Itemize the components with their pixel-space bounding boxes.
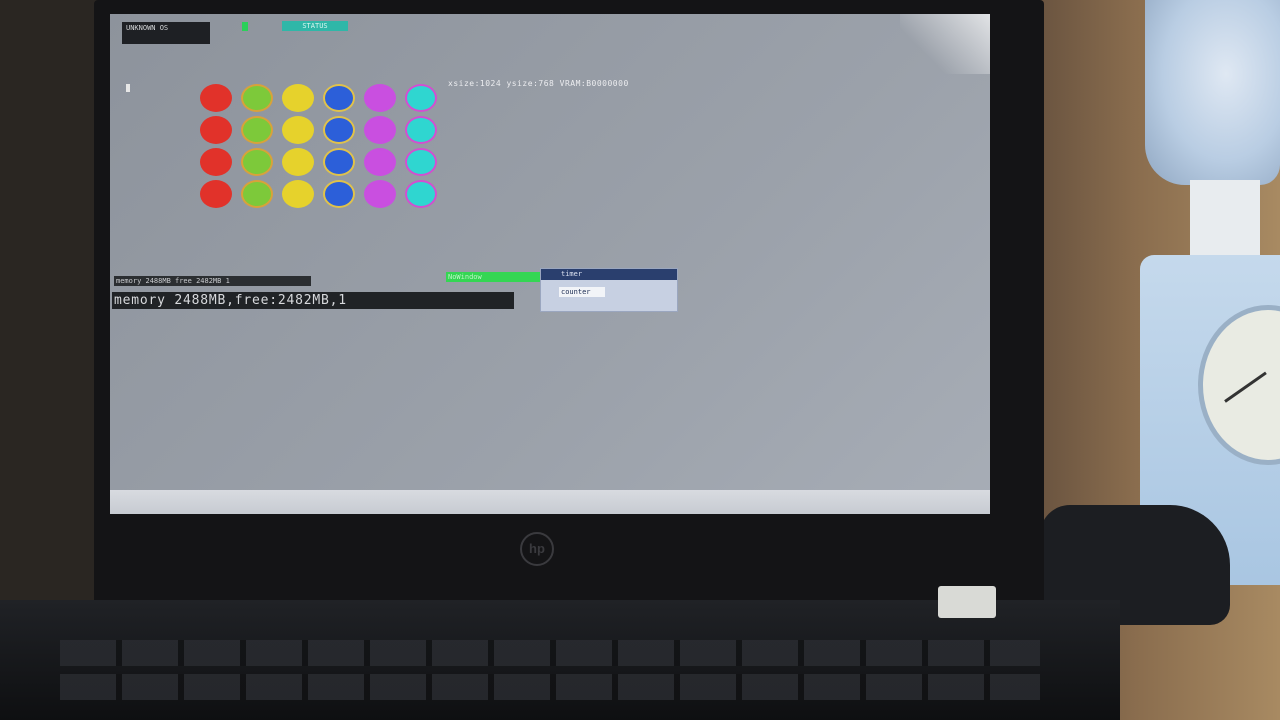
hp-logo: hp (520, 532, 554, 566)
color-dot-green (241, 116, 273, 144)
lamp-stand (1190, 180, 1260, 260)
color-dot-magenta (364, 148, 396, 176)
color-dot-red (200, 84, 232, 112)
color-dot-red (200, 116, 232, 144)
key-row (60, 640, 1040, 666)
color-dot-magenta (364, 180, 396, 208)
os-logo: UNKNOWN OS (122, 22, 210, 44)
timer-window[interactable]: timer counter (540, 268, 678, 312)
desk-lamp (1145, 0, 1280, 185)
color-dot-blue (323, 180, 355, 208)
color-dot-green (241, 148, 273, 176)
color-dot-yellow (282, 84, 314, 112)
color-dot-blue (323, 84, 355, 112)
power-indicator (938, 586, 996, 618)
color-dot-red (200, 148, 232, 176)
top-status-bar: STATUS (282, 21, 348, 31)
window-title-bar[interactable]: timer (541, 269, 677, 280)
mouse-cursor[interactable] (126, 84, 130, 92)
color-dot-cyan (405, 148, 437, 176)
color-dot-cyan (405, 180, 437, 208)
color-dot-cyan (405, 84, 437, 112)
color-dot-grid (200, 84, 460, 214)
color-dot-green (241, 84, 273, 112)
color-dot-red (200, 180, 232, 208)
screen-glare (900, 14, 990, 74)
key-row (60, 674, 1040, 700)
window-text-field[interactable]: counter (559, 287, 605, 297)
laptop-keyboard (0, 600, 1120, 720)
active-window-bar[interactable]: NoWindow (446, 272, 542, 282)
color-dot-yellow (282, 148, 314, 176)
color-dot-yellow (282, 180, 314, 208)
memory-status-small: memory 2488MB free 2482MB 1 (114, 276, 311, 286)
color-dot-green (241, 180, 273, 208)
color-dot-blue (323, 148, 355, 176)
color-dot-blue (323, 116, 355, 144)
color-dot-magenta (364, 116, 396, 144)
status-indicator (242, 22, 248, 31)
screen-info-text: xsize:1024 ysize:768 VRAM:B0000000 (448, 79, 629, 88)
memory-status-line: memory 2488MB,free:2482MB,1 (112, 292, 514, 309)
taskbar[interactable] (110, 490, 990, 514)
color-dot-cyan (405, 116, 437, 144)
color-dot-magenta (364, 84, 396, 112)
laptop-screen: UNKNOWN OS STATUS xsize:1024 ysize:768 V… (110, 14, 990, 514)
color-dot-yellow (282, 116, 314, 144)
